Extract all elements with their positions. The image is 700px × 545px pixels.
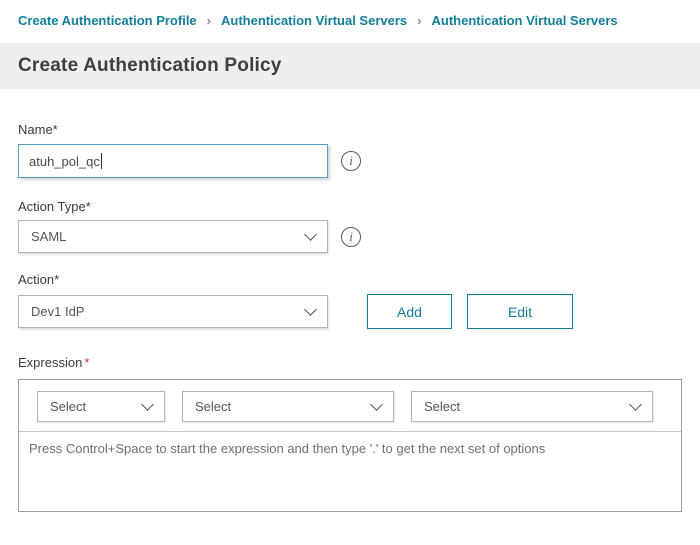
chevron-down-icon xyxy=(141,398,154,411)
chevron-down-icon xyxy=(304,228,317,241)
expression-label-text: Expression xyxy=(18,355,82,370)
text-caret xyxy=(101,153,102,169)
expression-select-2[interactable]: Select xyxy=(182,391,394,422)
chevron-down-icon xyxy=(304,303,317,316)
expression-placeholder: Press Control+Space to start the express… xyxy=(29,441,545,456)
name-input-value: atuh_pol_qc xyxy=(29,154,100,169)
expression-text-input[interactable]: Press Control+Space to start the express… xyxy=(19,431,681,511)
action-type-selected-value: SAML xyxy=(31,229,66,244)
action-select[interactable]: Dev1 IdP xyxy=(18,295,328,328)
expression-select-1-value: Select xyxy=(50,399,86,414)
breadcrumb: Create Authentication Profile › Authenti… xyxy=(0,0,700,28)
expression-editor: Select Select Select Press Control+Space… xyxy=(18,379,682,512)
add-button[interactable]: Add xyxy=(367,294,452,329)
name-label: Name* xyxy=(18,122,682,137)
expression-select-row: Select Select Select xyxy=(19,380,681,431)
breadcrumb-authentication-virtual-servers-2[interactable]: Authentication Virtual Servers xyxy=(432,13,618,28)
breadcrumb-separator-icon: › xyxy=(207,13,211,28)
action-label: Action* xyxy=(18,272,682,287)
expression-select-3-value: Select xyxy=(424,399,460,414)
chevron-down-icon xyxy=(370,398,383,411)
expression-label: Expression* xyxy=(18,355,682,370)
name-info-icon[interactable]: i xyxy=(341,151,361,171)
edit-button[interactable]: Edit xyxy=(467,294,573,329)
expression-select-2-value: Select xyxy=(195,399,231,414)
page-header: Create Authentication Policy xyxy=(0,43,700,89)
breadcrumb-authentication-virtual-servers[interactable]: Authentication Virtual Servers xyxy=(221,13,407,28)
action-type-label: Action Type* xyxy=(18,199,682,214)
action-selected-value: Dev1 IdP xyxy=(31,304,84,319)
required-asterisk: * xyxy=(84,355,89,370)
breadcrumb-create-authentication-profile[interactable]: Create Authentication Profile xyxy=(18,13,197,28)
action-type-select[interactable]: SAML xyxy=(18,220,328,253)
name-input[interactable]: atuh_pol_qc xyxy=(18,144,328,178)
expression-select-1[interactable]: Select xyxy=(37,391,165,422)
chevron-down-icon xyxy=(629,398,642,411)
page-title: Create Authentication Policy xyxy=(18,55,282,77)
action-type-info-icon[interactable]: i xyxy=(341,227,361,247)
breadcrumb-separator-icon: › xyxy=(417,13,421,28)
create-authentication-policy-form: Name* atuh_pol_qc i Action Type* SAML i … xyxy=(0,122,700,512)
expression-select-3[interactable]: Select xyxy=(411,391,653,422)
